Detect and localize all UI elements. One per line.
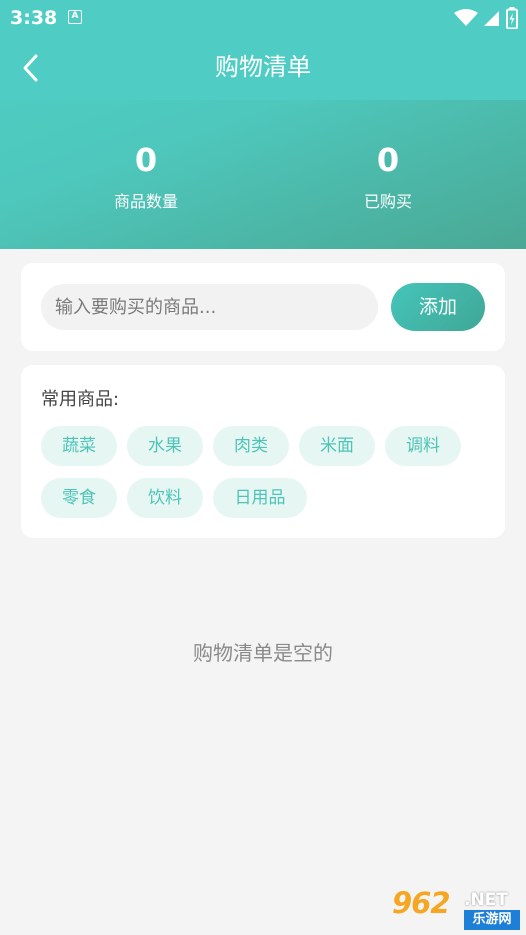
watermark-logo: 962 .NET 乐游网 xyxy=(388,886,522,932)
watermark-suffix: .NET xyxy=(464,890,508,910)
add-item-card: 添加 xyxy=(21,263,505,351)
chip-fruit[interactable]: 水果 xyxy=(127,426,203,466)
chip-drinks[interactable]: 饮料 xyxy=(127,478,203,518)
purchased-value: 0 xyxy=(376,141,400,179)
common-items-card: 常用商品: 蔬菜 水果 肉类 米面 调料 零食 饮料 日用品 xyxy=(21,365,505,538)
signal-icon xyxy=(484,11,499,26)
watermark-caption: 乐游网 xyxy=(464,910,520,930)
stat-item-count: 0 商品数量 xyxy=(46,140,246,213)
wifi-icon xyxy=(454,9,478,26)
chip-snacks[interactable]: 零食 xyxy=(41,478,117,518)
item-count-value: 0 xyxy=(134,141,158,179)
item-name-input[interactable] xyxy=(41,284,378,330)
battery-icon xyxy=(506,7,518,29)
empty-state-text: 购物清单是空的 xyxy=(193,641,333,665)
chip-daily-goods[interactable]: 日用品 xyxy=(213,478,307,518)
chip-rice-noodles[interactable]: 米面 xyxy=(299,426,375,466)
chip-seasoning[interactable]: 调料 xyxy=(385,426,461,466)
notification-icon: A xyxy=(68,10,82,24)
watermark-number: 962 xyxy=(392,886,451,920)
common-items-title: 常用商品: xyxy=(41,389,120,410)
chip-meat[interactable]: 肉类 xyxy=(213,426,289,466)
status-bar: 3:38 A xyxy=(0,0,526,36)
status-time: 3:38 xyxy=(10,7,58,29)
item-count-label: 商品数量 xyxy=(113,192,178,211)
stat-purchased: 0 已购买 xyxy=(288,140,488,213)
header-banner: 3:38 A 购物清单 0 商品数量 0 已购买 xyxy=(0,0,526,249)
status-icons xyxy=(454,7,518,29)
add-button[interactable]: 添加 xyxy=(391,283,485,331)
chip-vegetables[interactable]: 蔬菜 xyxy=(41,426,117,466)
page-title: 购物清单 xyxy=(215,53,311,81)
purchased-label: 已购买 xyxy=(363,192,412,211)
